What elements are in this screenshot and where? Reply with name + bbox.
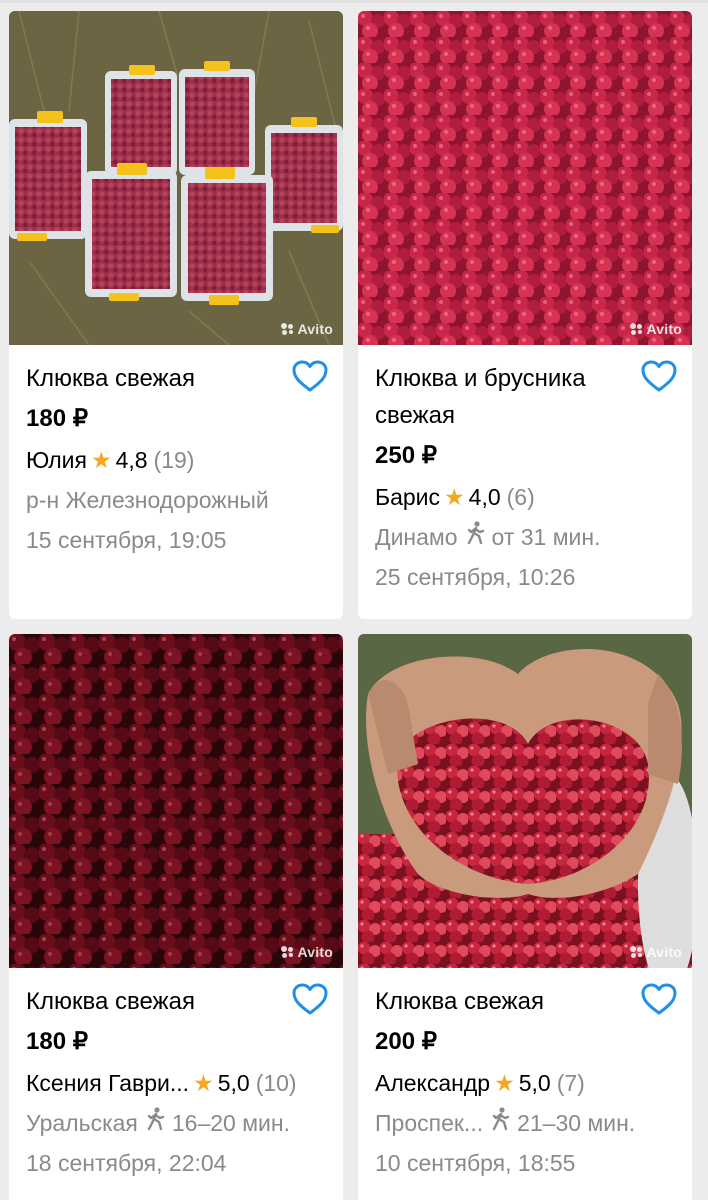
review-count: (6) — [506, 484, 535, 510]
seller-rating: 4,8 — [115, 447, 148, 473]
seller-rating: 5,0 — [518, 1070, 551, 1096]
avito-watermark: Avito — [280, 321, 333, 337]
seller-name: Ксения Гаври... — [26, 1070, 190, 1096]
listing-price: 180 ₽ — [26, 1028, 88, 1055]
location-name: Уральская — [26, 1110, 138, 1136]
seller-rating: 5,0 — [217, 1070, 250, 1096]
seller-rating: 4,0 — [468, 484, 501, 510]
avito-watermark: Avito — [629, 944, 682, 960]
star-icon: ★ — [494, 1070, 515, 1096]
walking-person-icon — [146, 1106, 166, 1140]
listing-photo[interactable]: Avito — [358, 634, 692, 968]
favorite-heart-icon[interactable] — [640, 982, 678, 1016]
review-count: (7) — [556, 1070, 585, 1096]
listing-price: 180 ₽ — [26, 405, 88, 432]
seller-name: Юлия — [26, 447, 87, 473]
listing-price: 200 ₽ — [375, 1028, 437, 1055]
listing-title[interactable]: Клюква свежая — [375, 983, 674, 1020]
avito-logo-icon — [280, 323, 295, 335]
location-name: Проспек... — [375, 1110, 484, 1136]
location-name: р-н Железнодорожный — [26, 487, 269, 513]
avito-watermark: Avito — [280, 944, 333, 960]
review-count: (10) — [255, 1070, 297, 1096]
walk-time: от 31 мин. — [491, 524, 601, 550]
favorite-heart-icon[interactable] — [640, 359, 678, 393]
star-icon: ★ — [444, 484, 465, 510]
listing-location: Динамо от 31 мин. — [375, 520, 674, 554]
favorite-heart-icon[interactable] — [291, 982, 329, 1016]
listing-location: Проспек... 21–30 мин. — [375, 1106, 674, 1140]
listing-photo[interactable]: Avito — [9, 11, 343, 345]
listing-date: 18 сентября, 22:04 — [26, 1150, 227, 1176]
walk-time: 21–30 мин. — [517, 1110, 636, 1136]
listing-location: р-н Железнодорожный — [26, 483, 325, 517]
listing-date: 15 сентября, 19:05 — [26, 527, 227, 553]
location-name: Динамо — [375, 524, 458, 550]
seller-info[interactable]: Александр ★ 5,0 (7) — [375, 1066, 674, 1100]
listing-card[interactable]: Avito Клюква и брусника свежая 250 ₽ Бар… — [358, 11, 692, 619]
listing-price: 250 ₽ — [375, 442, 437, 469]
seller-info[interactable]: Юлия ★ 4,8 (19) — [26, 443, 325, 477]
listing-date: 10 сентября, 18:55 — [375, 1150, 576, 1176]
seller-name: Барис — [375, 484, 441, 510]
listing-date: 25 сентября, 10:26 — [375, 564, 576, 590]
listing-card[interactable]: Avito Клюква свежая 180 ₽ Юлия ★ 4,8 (19… — [9, 11, 343, 619]
walking-person-icon — [491, 1106, 511, 1140]
favorite-heart-icon[interactable] — [291, 359, 329, 393]
listing-location: Уральская 16–20 мин. — [26, 1106, 325, 1140]
seller-info[interactable]: Ксения Гаври... ★ 5,0 (10) — [26, 1066, 325, 1100]
listing-title[interactable]: Клюква и брусника свежая — [375, 360, 674, 434]
avito-logo-icon — [280, 946, 295, 958]
avito-logo-icon — [629, 946, 644, 958]
review-count: (19) — [153, 447, 195, 473]
seller-info[interactable]: Барис ★ 4,0 (6) — [375, 480, 674, 514]
listing-card[interactable]: Avito Клюква свежая 200 ₽ Александр ★ 5,… — [358, 634, 692, 1200]
listing-title[interactable]: Клюква свежая — [26, 360, 325, 397]
walk-time: 16–20 мин. — [171, 1110, 290, 1136]
avito-watermark: Avito — [629, 321, 682, 337]
listing-photo[interactable]: Avito — [358, 11, 692, 345]
avito-logo-icon — [629, 323, 644, 335]
listing-title[interactable]: Клюква свежая — [26, 983, 325, 1020]
star-icon: ★ — [193, 1070, 214, 1096]
listing-photo[interactable]: Avito — [9, 634, 343, 968]
seller-name: Александр — [375, 1070, 491, 1096]
listing-card[interactable]: Avito Клюква свежая 180 ₽ Ксения Гаври..… — [9, 634, 343, 1200]
top-divider — [0, 0, 708, 3]
star-icon: ★ — [90, 447, 112, 473]
walking-person-icon — [466, 520, 486, 554]
